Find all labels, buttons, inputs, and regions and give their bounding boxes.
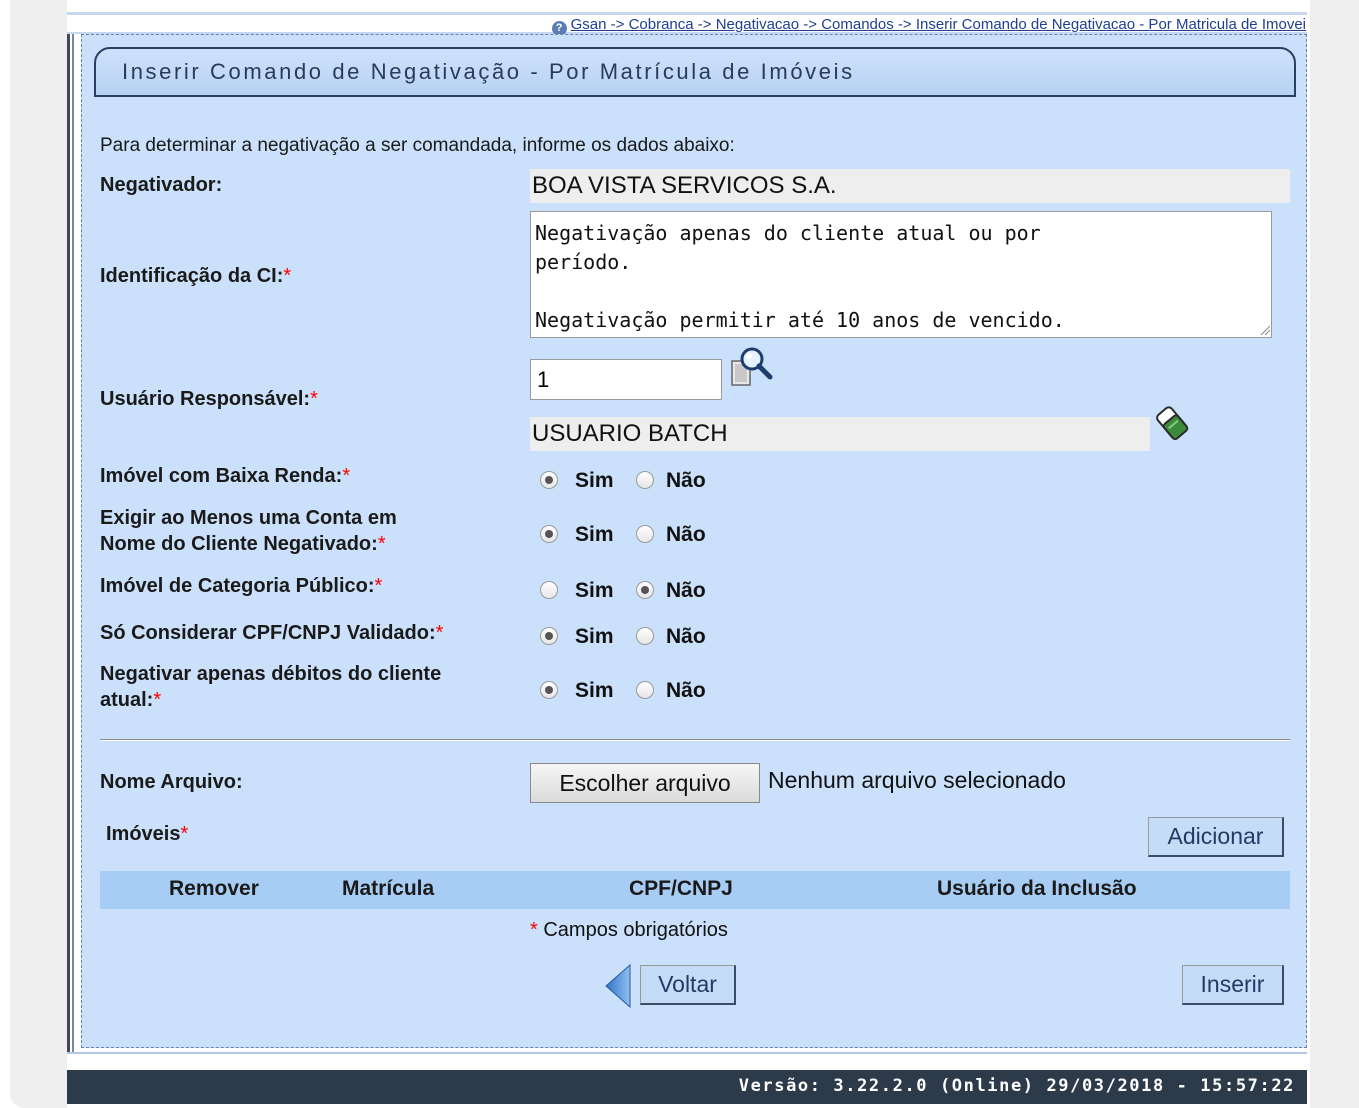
search-icon[interactable] (730, 345, 774, 389)
breadcrumb-path[interactable]: Gsan -> Cobranca -> Negativacao -> Coman… (571, 16, 1306, 33)
version-footer: Versão: 3.22.2.0 (Online) 29/03/2018 - 1… (67, 1070, 1307, 1104)
conta-nome-label: Exigir ao Menos uma Conta em Nome do Cli… (100, 507, 397, 555)
left-border-inner (72, 34, 74, 1054)
nao-label: Não (666, 523, 706, 546)
usuario-label: Usuário Responsável:* (100, 388, 318, 410)
conta-nome-nao-radio[interactable] (636, 525, 654, 543)
eraser-icon[interactable] (1154, 405, 1190, 441)
gsan-page: ? Gsan -> Cobranca -> Negativacao -> Coma… (67, 0, 1310, 1108)
categoria-publico-nao-radio[interactable] (636, 581, 654, 599)
page-title-box: Inserir Comando de Negativação - Por Mat… (94, 47, 1296, 97)
nao-label: Não (666, 579, 706, 602)
identificacao-label: Identificação da CI:* (100, 265, 292, 287)
nao-label: Não (666, 469, 706, 492)
nao-label: Não (666, 625, 706, 648)
footer-divider (67, 1052, 1307, 1054)
version-text: Versão: 3.22.2.0 (Online) 29/03/2018 - 1… (738, 1076, 1295, 1096)
column-header-matricula[interactable]: Matrícula (342, 877, 434, 901)
column-header-cpf-cnpj[interactable]: CPF/CNPJ (629, 877, 733, 901)
baixa-renda-label: Imóvel com Baixa Renda:* (100, 465, 351, 487)
sim-label: Sim (575, 579, 614, 602)
section-divider (100, 739, 1290, 741)
negativador-value: BOA VISTA SERVICOS S.A. (530, 169, 1290, 203)
cpf-validado-nao-radio[interactable] (636, 627, 654, 645)
sim-label: Sim (575, 625, 614, 648)
debitos-cliente-nao-radio[interactable] (636, 681, 654, 699)
page-title: Inserir Comando de Negativação - Por Mat… (122, 59, 855, 84)
required-fields-note: * Campos obrigatórios (530, 919, 728, 941)
sim-label: Sim (575, 469, 614, 492)
categoria-publico-sim-radio[interactable] (540, 581, 558, 599)
imoveis-label: Imóveis* (106, 823, 189, 845)
cpf-validado-sim-radio[interactable] (540, 627, 558, 645)
main-panel: Inserir Comando de Negativação - Por Mat… (81, 34, 1307, 1048)
breadcrumb: ? Gsan -> Cobranca -> Negativacao -> Coma… (551, 16, 1306, 36)
column-header-remover[interactable]: Remover (169, 877, 259, 901)
insert-button[interactable]: Inserir (1182, 965, 1284, 1005)
column-header-usuario-inclusao[interactable]: Usuário da Inclusão (937, 877, 1137, 901)
baixa-renda-sim-radio[interactable] (540, 471, 558, 489)
file-status: Nenhum arquivo selecionado (768, 767, 1066, 793)
back-arrow-icon[interactable] (604, 963, 632, 1009)
add-button[interactable]: Adicionar (1148, 817, 1284, 857)
categoria-publico-label: Imóvel de Categoria Público:* (100, 575, 383, 597)
debitos-cliente-label: Negativar apenas débitos do cliente atua… (100, 663, 442, 711)
usuario-name-value: USUARIO BATCH (530, 417, 1150, 451)
conta-nome-sim-radio[interactable] (540, 525, 558, 543)
negativador-label: Negativador: (100, 174, 223, 196)
identificacao-textarea[interactable]: Negativação apenas do cliente atual ou p… (530, 211, 1272, 338)
sim-label: Sim (575, 679, 614, 702)
left-border (67, 34, 70, 1054)
file-label: Nome Arquivo: (100, 771, 243, 793)
cpf-validado-label: Só Considerar CPF/CNPJ Validado:* (100, 622, 444, 644)
baixa-renda-nao-radio[interactable] (636, 471, 654, 489)
imoveis-table-header: Remover Matrícula CPF/CNPJ Usuário da In… (100, 871, 1290, 909)
sim-label: Sim (575, 523, 614, 546)
debitos-cliente-sim-radio[interactable] (540, 681, 558, 699)
choose-file-button[interactable]: Escolher arquivo (530, 763, 760, 803)
resize-grip-icon[interactable] (1260, 325, 1270, 335)
intro-text: Para determinar a negativação a ser coma… (100, 135, 735, 156)
usuario-code-input[interactable] (530, 359, 722, 400)
nao-label: Não (666, 679, 706, 702)
back-button[interactable]: Voltar (640, 965, 736, 1005)
